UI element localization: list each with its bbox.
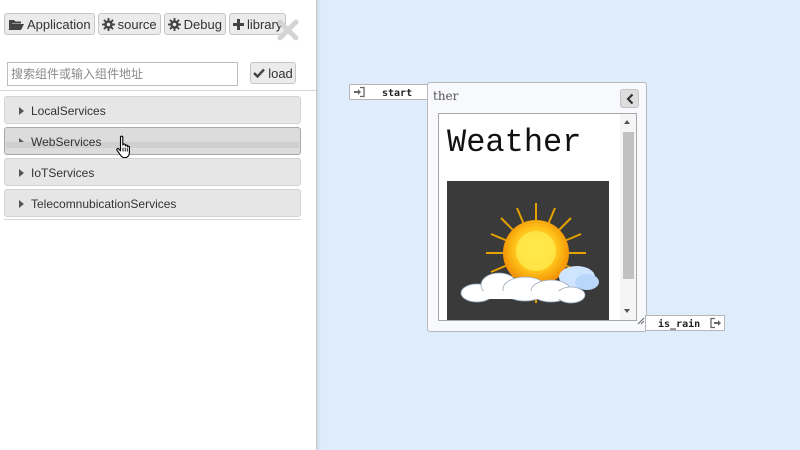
weather-sun-cloud-image — [447, 181, 609, 320]
application-label: Application — [27, 16, 91, 32]
service-category-web[interactable]: WebServices — [4, 127, 301, 155]
output-port-is-rain[interactable]: is_rain — [645, 315, 725, 331]
weather-heading: Weather — [447, 124, 582, 161]
panel-toolbar: Application source Debug library — [4, 13, 287, 35]
service-category-label: LocalServices — [31, 104, 106, 118]
check-icon — [253, 66, 266, 81]
list-divider — [0, 90, 316, 91]
hand-pointer-cursor-icon — [115, 135, 135, 164]
source-label: source — [117, 16, 157, 32]
component-preview-frame[interactable]: Weather — [438, 113, 637, 321]
preview-scrollbar[interactable] — [620, 114, 636, 320]
debug-button[interactable]: Debug — [163, 13, 226, 35]
scroll-up-arrow-icon[interactable] — [624, 120, 630, 124]
node-title: ther — [433, 89, 459, 103]
collapse-button[interactable] — [620, 89, 639, 108]
caret-right-icon — [19, 138, 24, 146]
input-port-start[interactable]: start — [349, 84, 429, 100]
load-label: load — [268, 65, 293, 81]
gear-icon — [167, 17, 181, 31]
scroll-down-arrow-icon[interactable] — [624, 309, 630, 313]
service-category-list: LocalServices WebServices IoTServices Te… — [4, 96, 301, 220]
caret-right-icon — [19, 107, 24, 115]
service-category-label: IoTServices — [31, 166, 95, 180]
sign-in-icon — [353, 86, 366, 101]
caret-right-icon — [19, 200, 24, 208]
folder-open-icon — [8, 18, 24, 31]
component-panel: Application source Debug library l — [0, 0, 317, 450]
sign-out-icon — [709, 317, 722, 332]
list-divider — [4, 219, 301, 220]
plus-icon — [232, 18, 244, 30]
service-category-label: WebServices — [31, 135, 102, 149]
service-category-label: TelecomnubicationServices — [31, 197, 177, 211]
component-search-input[interactable] — [7, 62, 238, 86]
weather-component-node[interactable]: ther Weather — [427, 82, 647, 332]
close-icon[interactable] — [276, 18, 300, 42]
scrollbar-thumb[interactable] — [623, 132, 634, 279]
gear-icon — [101, 17, 115, 31]
application-button[interactable]: Application — [4, 13, 95, 35]
input-port-label: start — [382, 88, 413, 99]
resize-handle-icon[interactable] — [637, 312, 645, 330]
output-port-label: is_rain — [658, 319, 701, 330]
source-button[interactable]: source — [97, 13, 161, 35]
service-category-telecom[interactable]: TelecomnubicationServices — [4, 189, 301, 217]
load-button[interactable]: load — [250, 62, 296, 84]
service-category-local[interactable]: LocalServices — [4, 96, 301, 124]
debug-label: Debug — [183, 16, 222, 32]
service-category-iot[interactable]: IoTServices — [4, 158, 301, 186]
caret-right-icon — [19, 169, 24, 177]
